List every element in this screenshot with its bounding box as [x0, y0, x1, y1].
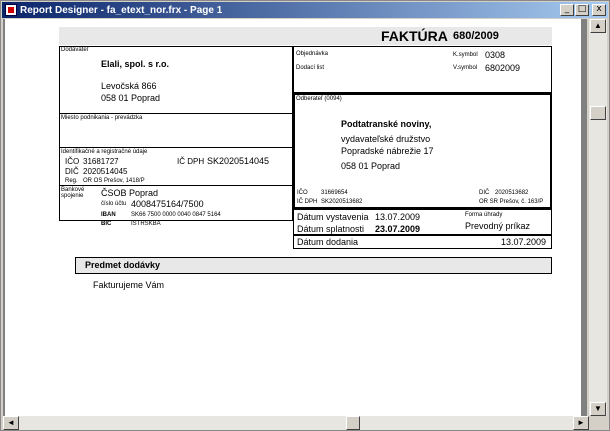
report-page: FAKTÚRA 680/2009 Dodávateľ Elali, spol. …	[5, 19, 581, 416]
delivery-note-label: Dodací list	[296, 65, 325, 71]
delivery-date-label: Dátum dodania	[297, 237, 359, 247]
divider	[59, 185, 293, 186]
customer-city: 058 01 Poprad	[341, 161, 401, 171]
customer-line2: vydavateľské družstvo	[341, 134, 431, 144]
delivery-date-value: 13.07.2009	[501, 237, 547, 247]
customer-street: Popradské nábrežie 17	[341, 146, 434, 156]
customer-label: Odberateľ (0094)	[296, 96, 342, 102]
icdph-label: IČ DPH	[177, 157, 205, 166]
ksymbol-value: 0308	[485, 50, 506, 60]
report-designer-window: Report Designer - fa_etext_nor.frx - Pag…	[0, 0, 610, 431]
payment-form-label: Forma úhrady	[465, 212, 503, 218]
due-date-value: 23.07.2009	[375, 224, 421, 234]
report-canvas: FAKTÚRA 680/2009 Dodávateľ Elali, spol. …	[3, 19, 587, 416]
body-text: Fakturujeme Vám	[93, 280, 165, 290]
ico-label: IČO	[65, 157, 80, 166]
customer-name: Podtatranské noviny,	[341, 119, 432, 129]
invoice-title: FAKTÚRA	[381, 28, 448, 44]
reg-label: Reg.	[65, 178, 78, 184]
due-date-label: Dátum splatnosti	[297, 224, 365, 234]
order-label: Objednávka	[296, 51, 329, 57]
customer-reg-value: OR SR Prešov, č. 163/P	[479, 199, 544, 205]
bic-value: ISTRSKBA	[131, 221, 161, 227]
supplier-city: 058 01 Poprad	[101, 93, 161, 103]
place-of-business-label: Miesto podnikania - prevádzka	[61, 115, 143, 121]
vertical-scrollbar[interactable]: ▲ ▼	[589, 19, 607, 416]
account-value: 4008475164/7500	[131, 199, 204, 209]
issue-date-value: 13.07.2009	[375, 212, 421, 222]
vsymbol-value: 6802009	[485, 63, 521, 73]
window-title: Report Designer - fa_etext_nor.frx - Pag…	[20, 4, 223, 16]
minimize-button[interactable]: _	[560, 4, 574, 16]
account-label: číslo účtu	[101, 201, 127, 207]
scroll-right-arrow-icon[interactable]: ►	[573, 416, 589, 430]
divider	[59, 147, 293, 148]
bank-name: ČSOB Poprad	[101, 188, 159, 198]
supplier-name: Elali, spol. s r.o.	[101, 59, 170, 69]
ident-label: Identifikačné a registračné údaje	[61, 149, 148, 155]
issue-date-label: Dátum vystavenia	[297, 212, 369, 222]
supplier-label: Dodávateľ	[61, 47, 89, 53]
scroll-left-arrow-icon[interactable]: ◄	[3, 416, 19, 430]
subject-label: Predmet dodávky	[85, 260, 161, 270]
customer-dic-label: DIČ	[479, 190, 490, 196]
size-grip[interactable]	[589, 416, 607, 430]
horizontal-scrollbar[interactable]: ◄ ►	[3, 416, 589, 430]
iban-label: IBAN	[101, 212, 116, 218]
supplier-street: Levočská 866	[101, 81, 157, 91]
ksymbol-label: K.symbol	[453, 52, 478, 58]
payment-form-value: Prevodný príkaz	[465, 221, 531, 231]
app-icon	[5, 4, 17, 16]
vertical-scroll-thumb[interactable]	[590, 106, 606, 120]
icdph-value: SK2020514045	[207, 156, 270, 166]
reg-value: OR OS Prešov, 1418/P	[83, 178, 145, 184]
invoice-number: 680/2009	[453, 30, 499, 42]
vsymbol-label: V.symbol	[453, 65, 478, 71]
horizontal-scroll-thumb[interactable]	[346, 416, 360, 430]
bic-label: BIC	[101, 221, 112, 227]
supplier-box	[59, 46, 293, 221]
customer-ico-label: IČO	[297, 190, 308, 196]
scroll-down-arrow-icon[interactable]: ▼	[590, 402, 606, 416]
dic-label: DIČ	[65, 167, 79, 176]
customer-dic-value: 2020513682	[495, 190, 529, 196]
ico-value: 31681727	[83, 157, 119, 166]
customer-icdph-value: SK2020513682	[321, 199, 363, 205]
bank-label-2: spojenie	[61, 193, 84, 199]
dic-value: 2020514045	[83, 167, 128, 176]
close-button[interactable]: x	[592, 4, 606, 16]
customer-ico-value: 31669654	[321, 190, 348, 196]
iban-value: SK66 7500 0000 0040 0847 5164	[131, 212, 221, 218]
maximize-button[interactable]: □	[575, 4, 589, 16]
scroll-up-arrow-icon[interactable]: ▲	[590, 19, 606, 33]
title-bar[interactable]: Report Designer - fa_etext_nor.frx - Pag…	[2, 2, 608, 18]
customer-icdph-label: IČ DPH	[297, 199, 318, 205]
divider	[59, 113, 293, 114]
